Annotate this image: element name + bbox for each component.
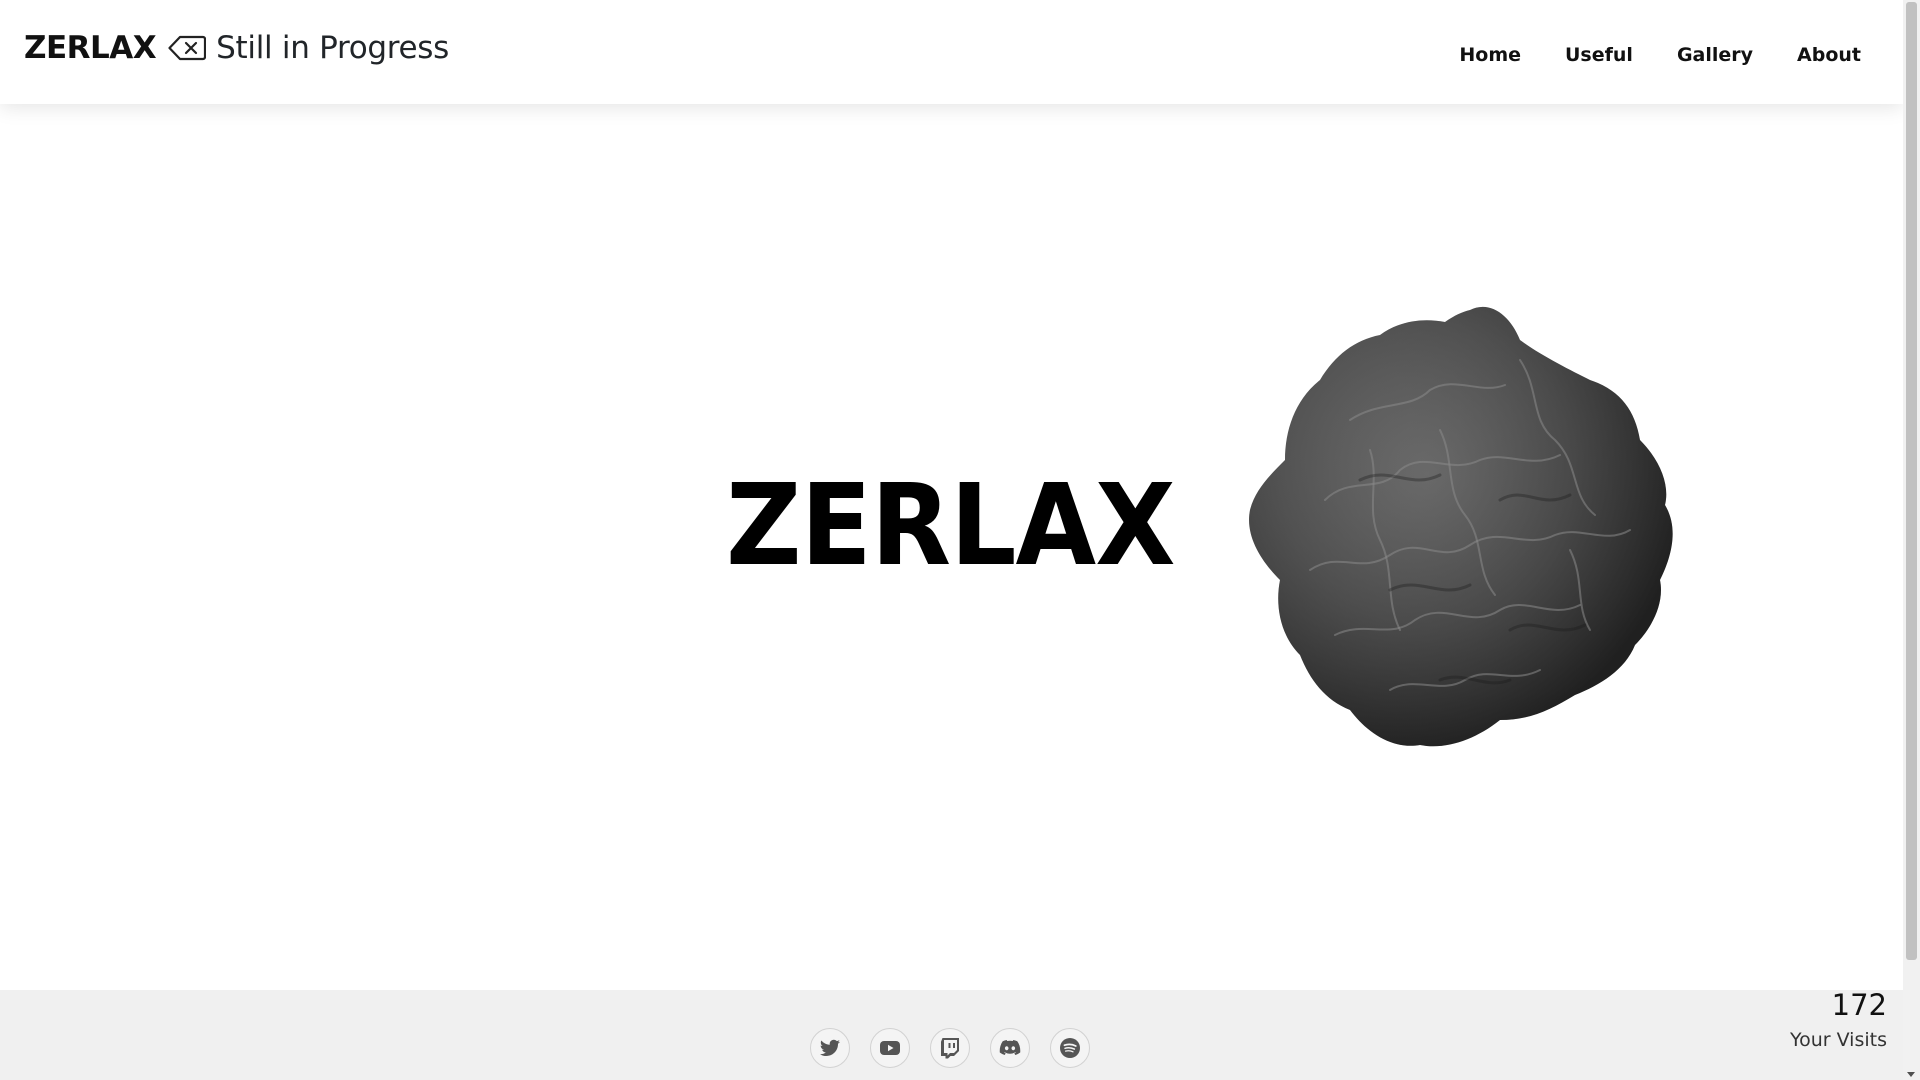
- twitch-link[interactable]: [930, 1028, 970, 1068]
- twitter-link[interactable]: [810, 1028, 850, 1068]
- nav-useful[interactable]: Useful: [1543, 44, 1655, 66]
- visit-counter: 172 Your Visits: [1790, 988, 1887, 1051]
- backspace-icon: [168, 35, 207, 61]
- twitch-icon: [941, 1038, 959, 1059]
- spotify-icon: [1060, 1038, 1080, 1058]
- brand[interactable]: ZERLAX Still in Progress: [24, 30, 449, 66]
- brand-name: ZERLAX: [24, 30, 157, 66]
- brand-subtitle: Still in Progress: [216, 30, 450, 66]
- nav-home[interactable]: Home: [1437, 44, 1543, 66]
- twitter-icon: [820, 1039, 840, 1056]
- main-nav: Home Useful Gallery About: [1437, 44, 1861, 66]
- nav-gallery[interactable]: Gallery: [1655, 44, 1775, 66]
- scrollbar-thumb[interactable]: [1906, 2, 1917, 960]
- social-links: [810, 1028, 1090, 1068]
- hero-title: ZERLAX: [726, 461, 1176, 591]
- visits-label: Your Visits: [1790, 1028, 1887, 1051]
- visits-count: 172: [1831, 988, 1887, 1022]
- discord-link[interactable]: [990, 1028, 1030, 1068]
- nav-about[interactable]: About: [1775, 44, 1861, 66]
- site-header: ZERLAX Still in Progress Home Useful Gal…: [0, 0, 1903, 104]
- scroll-down-arrow-icon[interactable]: [1907, 1072, 1915, 1077]
- youtube-link[interactable]: [870, 1028, 910, 1068]
- discord-icon: [999, 1040, 1021, 1055]
- 3d-blob-image: [1249, 306, 1673, 747]
- spotify-link[interactable]: [1050, 1028, 1090, 1068]
- site-footer: 172 Your Visits: [0, 988, 1903, 1080]
- page: ZERLAX Still in Progress Home Useful Gal…: [0, 0, 1903, 1080]
- youtube-icon: [880, 1041, 900, 1055]
- vertical-scrollbar[interactable]: [1903, 0, 1920, 1080]
